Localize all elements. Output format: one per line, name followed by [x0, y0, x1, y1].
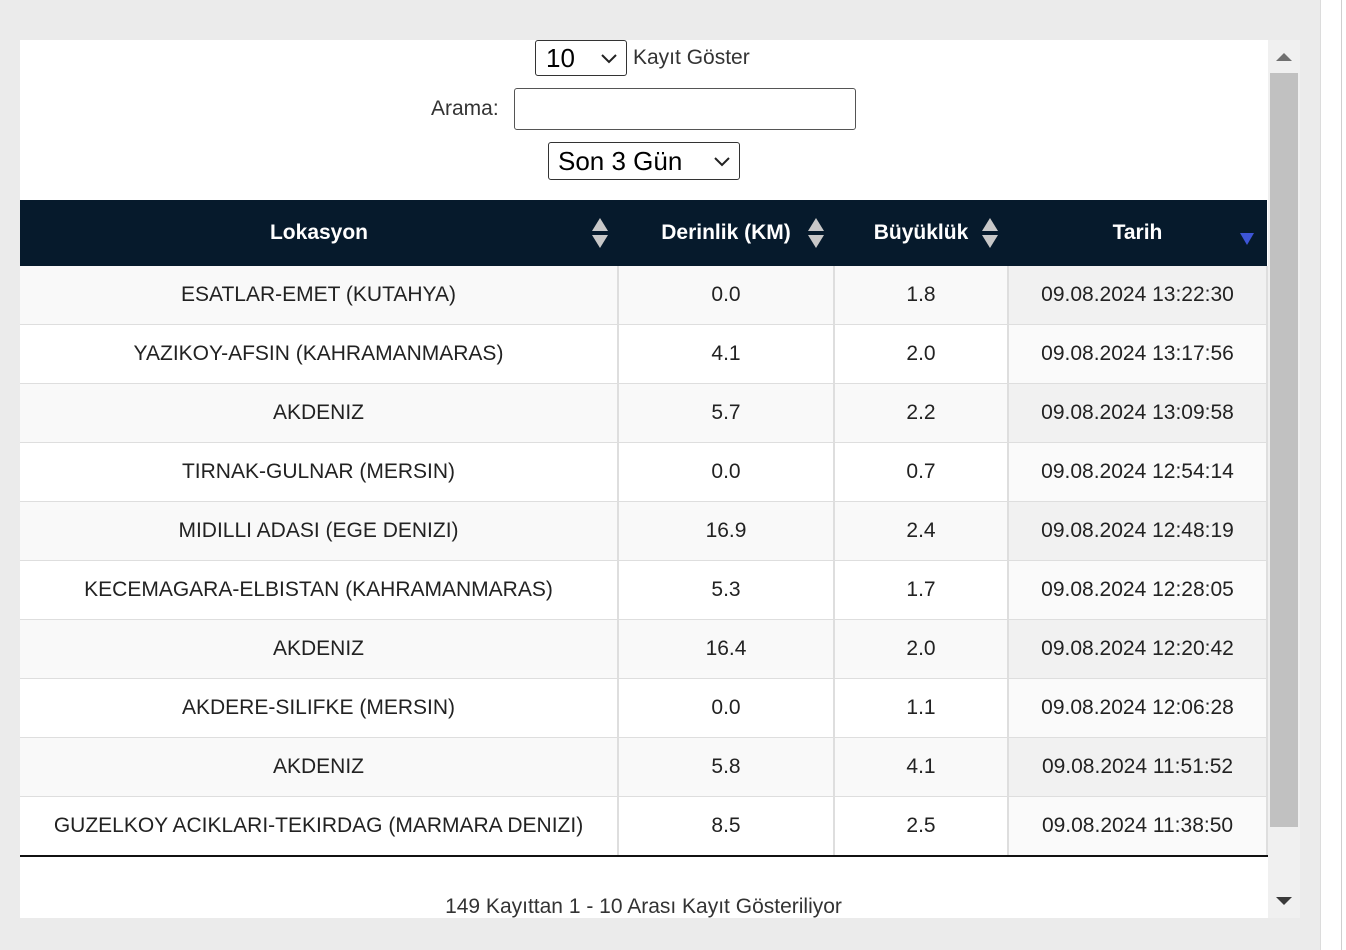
- sort-desc-icon: [1240, 233, 1254, 245]
- depth-cell: 5.8: [618, 737, 835, 797]
- table-row[interactable]: TIRNAK-GULNAR (MERSIN) 0.0 0.7 09.08.202…: [20, 442, 1268, 502]
- page-length-label: Kayıt Göster: [633, 46, 750, 69]
- table-row[interactable]: YAZIKOY-AFSIN (KAHRAMANMARAS) 4.1 2.0 09…: [20, 324, 1268, 384]
- table-info-text: 149 Kayıttan 1 - 10 Arası Kayıt Gösteril…: [445, 895, 842, 918]
- location-cell: AKDENIZ: [20, 619, 619, 679]
- location-cell: AKDENIZ: [20, 737, 619, 797]
- table-row[interactable]: ESATLAR-EMET (KUTAHYA) 0.0 1.8 09.08.202…: [20, 266, 1268, 325]
- earthquake-table: Lokasyon Derinlik (KM) Büyüklük Tarih ES…: [20, 200, 1268, 857]
- page-edge-divider: [1341, 0, 1342, 950]
- sort-both-icon: [592, 218, 608, 248]
- depth-cell: 0.0: [618, 678, 835, 738]
- magnitude-cell: 1.7: [834, 560, 1009, 620]
- search-label: Arama:: [431, 97, 499, 120]
- column-header-magnitude[interactable]: Büyüklük: [834, 200, 1008, 266]
- depth-cell: 4.1: [618, 324, 835, 384]
- location-cell: GUZELKOY ACIKLARI-TEKIRDAG (MARMARA DENI…: [20, 796, 619, 857]
- date-cell: 09.08.2024 12:54:14: [1008, 442, 1268, 502]
- table-row[interactable]: GUZELKOY ACIKLARI-TEKIRDAG (MARMARA DENI…: [20, 796, 1268, 857]
- scroll-thumb[interactable]: [1270, 73, 1298, 827]
- column-header-location[interactable]: Lokasyon: [20, 200, 618, 266]
- location-cell: KECEMAGARA-ELBISTAN (KAHRAMANMARAS): [20, 560, 619, 620]
- table-header: Lokasyon Derinlik (KM) Büyüklük Tarih: [20, 200, 1267, 266]
- location-cell: TIRNAK-GULNAR (MERSIN): [20, 442, 619, 502]
- chevron-down-icon: [714, 157, 730, 167]
- location-cell: AKDENIZ: [20, 383, 619, 443]
- depth-cell: 0.0: [618, 442, 835, 502]
- scroll-down-arrow-icon[interactable]: [1276, 897, 1292, 905]
- date-cell: 09.08.2024 12:06:28: [1008, 678, 1268, 738]
- magnitude-cell: 1.1: [834, 678, 1009, 738]
- sort-both-icon: [982, 218, 998, 248]
- depth-cell: 8.5: [618, 796, 835, 857]
- page-scrollbar-track[interactable]: [1320, 0, 1346, 950]
- magnitude-cell: 0.7: [834, 442, 1009, 502]
- location-cell: YAZIKOY-AFSIN (KAHRAMANMARAS): [20, 324, 619, 384]
- magnitude-cell: 1.8: [834, 266, 1009, 325]
- column-header-label: Derinlik (KM): [661, 221, 791, 244]
- search-control: Arama:: [20, 88, 1267, 132]
- table-row[interactable]: MIDILLI ADASI (EGE DENIZI) 16.9 2.4 09.0…: [20, 501, 1268, 561]
- frame-content: 10 Kayıt Göster Arama: Son 3 Gün Lokasyo…: [20, 40, 1268, 918]
- date-cell: 09.08.2024 13:09:58: [1008, 383, 1268, 443]
- table-row[interactable]: AKDENIZ 5.7 2.2 09.08.2024 13:09:58: [20, 383, 1268, 443]
- depth-cell: 5.7: [618, 383, 835, 443]
- depth-cell: 0.0: [618, 266, 835, 325]
- table-row[interactable]: AKDENIZ 16.4 2.0 09.08.2024 12:20:42: [20, 619, 1268, 679]
- date-cell: 09.08.2024 11:38:50: [1008, 796, 1268, 857]
- period-select[interactable]: Son 3 Gün: [548, 142, 740, 180]
- table-row[interactable]: AKDENIZ 5.8 4.1 09.08.2024 11:51:52: [20, 737, 1268, 797]
- magnitude-cell: 4.1: [834, 737, 1009, 797]
- magnitude-cell: 2.5: [834, 796, 1009, 857]
- table-row[interactable]: AKDERE-SILIFKE (MERSIN) 0.0 1.1 09.08.20…: [20, 678, 1268, 738]
- earthquake-list-frame: 10 Kayıt Göster Arama: Son 3 Gün Lokasyo…: [20, 40, 1300, 918]
- column-header-date[interactable]: Tarih: [1008, 200, 1267, 266]
- column-header-label: Lokasyon: [269, 221, 369, 244]
- depth-cell: 16.4: [618, 619, 835, 679]
- date-cell: 09.08.2024 12:28:05: [1008, 560, 1268, 620]
- scroll-up-arrow-icon[interactable]: [1276, 53, 1292, 61]
- magnitude-cell: 2.0: [834, 619, 1009, 679]
- chevron-down-icon: [601, 54, 617, 64]
- location-cell: ESATLAR-EMET (KUTAHYA): [20, 266, 619, 325]
- depth-cell: 5.3: [618, 560, 835, 620]
- depth-cell: 16.9: [618, 501, 835, 561]
- column-header-label: Büyüklük: [873, 221, 969, 244]
- table-row[interactable]: KECEMAGARA-ELBISTAN (KAHRAMANMARAS) 5.3 …: [20, 560, 1268, 620]
- magnitude-cell: 2.2: [834, 383, 1009, 443]
- column-header-depth[interactable]: Derinlik (KM): [618, 200, 834, 266]
- magnitude-cell: 2.0: [834, 324, 1009, 384]
- magnitude-cell: 2.4: [834, 501, 1009, 561]
- date-cell: 09.08.2024 12:20:42: [1008, 619, 1268, 679]
- sort-both-icon: [808, 218, 824, 248]
- date-cell: 09.08.2024 13:17:56: [1008, 324, 1268, 384]
- location-cell: MIDILLI ADASI (EGE DENIZI): [20, 501, 619, 561]
- period-select-value: Son 3 Gün: [558, 145, 683, 176]
- page-length-value: 10: [546, 42, 575, 73]
- page-length-select[interactable]: 10: [535, 40, 627, 76]
- frame-scrollbar[interactable]: [1268, 40, 1300, 918]
- search-input[interactable]: [514, 88, 856, 130]
- date-cell: 09.08.2024 13:22:30: [1008, 266, 1268, 325]
- column-header-label: Tarih: [1112, 221, 1163, 244]
- table-body: ESATLAR-EMET (KUTAHYA) 0.0 1.8 09.08.202…: [20, 266, 1268, 857]
- location-cell: AKDERE-SILIFKE (MERSIN): [20, 678, 619, 738]
- date-cell: 09.08.2024 12:48:19: [1008, 501, 1268, 561]
- period-filter: Son 3 Gün: [548, 142, 740, 180]
- date-cell: 09.08.2024 11:51:52: [1008, 737, 1268, 797]
- length-control: 10 Kayıt Göster: [535, 40, 750, 76]
